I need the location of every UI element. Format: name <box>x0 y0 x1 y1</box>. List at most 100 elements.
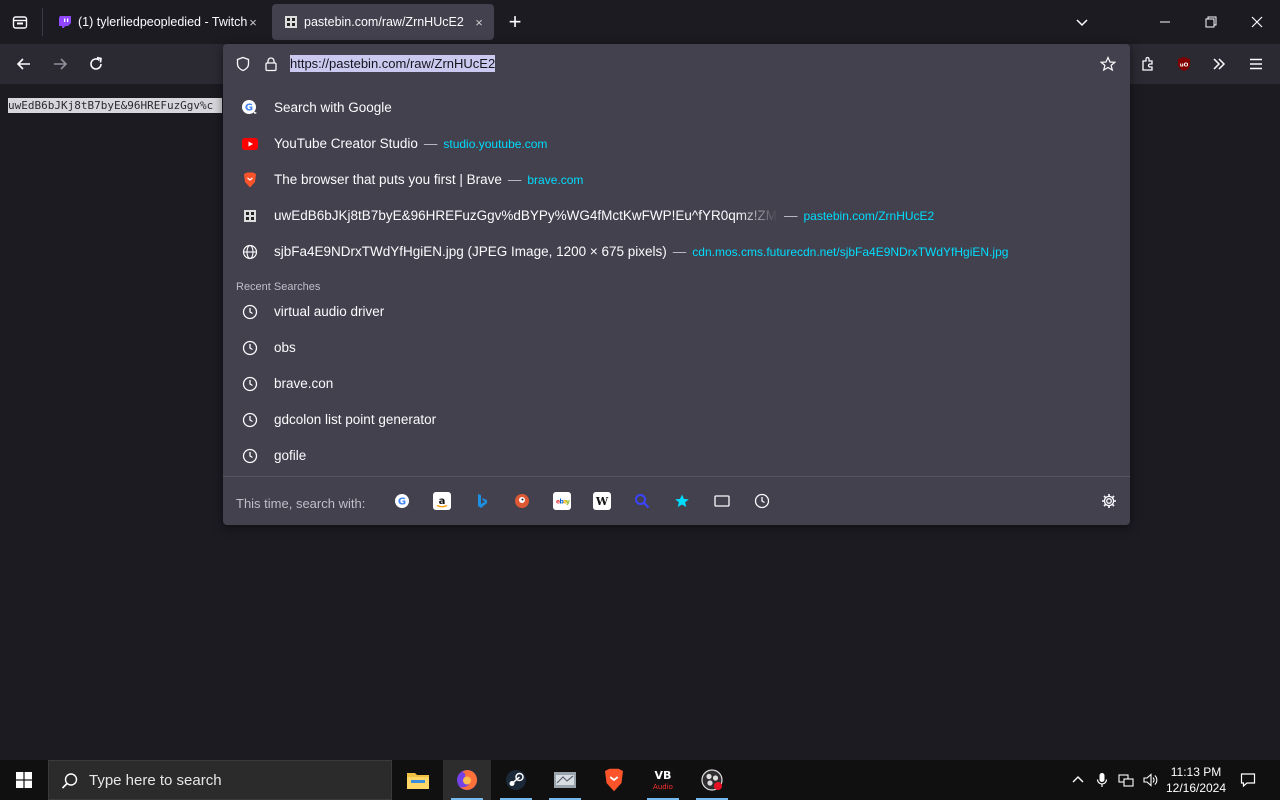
ublock-icon: uO <box>1178 57 1190 71</box>
double-chevron-right-icon <box>1213 58 1226 70</box>
tracking-protection-shield-icon[interactable] <box>235 56 251 77</box>
folder-icon <box>407 773 429 789</box>
suggestion-title: Search with Google <box>274 100 392 115</box>
ublock-origin-button[interactable]: uO <box>1170 50 1198 78</box>
tab-twitch[interactable]: (1) tylerliedpeopledied - Twitch × <box>52 4 266 40</box>
new-tab-button[interactable]: + <box>503 8 527 36</box>
svg-text:G: G <box>245 103 253 114</box>
suggestion-separator: — <box>423 136 438 151</box>
bing-icon <box>478 494 487 508</box>
tab-strip: (1) tylerliedpeopledied - Twitch × paste… <box>0 0 1280 44</box>
network-tray-icon[interactable] <box>1116 770 1136 790</box>
recent-search-item[interactable]: obs <box>223 330 1130 366</box>
tab-pastebin[interactable]: pastebin.com/raw/ZrnHUcE2 × <box>272 4 494 40</box>
notification-icon <box>1240 773 1256 788</box>
recent-search-label: gdcolon list point generator <box>274 412 437 427</box>
tab-close-button[interactable]: × <box>244 13 262 31</box>
taskbar-file-explorer[interactable] <box>394 760 442 800</box>
puzzle-icon <box>1142 56 1153 71</box>
divider <box>223 476 1130 477</box>
suggestion-jpeg-image[interactable]: sjbFa4E9NDrxTWdYfHgiEN.jpg (JPEG Image, … <box>223 234 1130 270</box>
google-engine-button[interactable]: G <box>393 492 411 510</box>
list-all-tabs-button[interactable] <box>1068 8 1096 36</box>
show-hidden-icons-button[interactable] <box>1068 770 1088 790</box>
start-button[interactable] <box>0 760 48 800</box>
brave-icon <box>241 171 259 189</box>
tab-title: (1) tylerliedpeopledied - Twitch <box>78 15 248 29</box>
restore-icon <box>1205 16 1217 28</box>
pastebin-icon <box>284 15 298 29</box>
taskbar-clock[interactable]: 11:13 PM 12/16/2024 <box>1160 764 1232 796</box>
taskbar-search-placeholder: Type here to search <box>89 772 222 789</box>
bookmark-star-button[interactable] <box>1099 56 1117 77</box>
magnifier-icon <box>635 494 650 509</box>
firefox-view-button[interactable] <box>6 8 34 36</box>
suggestion-title: uwEdB6bJKj8tB7byE&96HREFuzGgv%dBYPy%WG4f… <box>274 208 778 223</box>
clock-time: 11:13 PM <box>1170 765 1222 779</box>
wikipedia-engine-button[interactable]: W <box>593 492 611 510</box>
url-bar[interactable]: https://pastebin.com/raw/ZrnHUcE2 <box>223 44 1130 84</box>
suggestion-separator: — <box>784 208 798 223</box>
suggestion-title: YouTube Creator Studio <box>274 136 418 151</box>
svg-text:Audio: Audio <box>653 783 673 791</box>
suggestion-youtube-studio[interactable]: YouTube Creator Studio — studio.youtube.co… <box>223 126 1130 162</box>
suggestion-search-google[interactable]: G Search with Google <box>223 90 1130 126</box>
taskbar-steam[interactable] <box>492 760 540 800</box>
notification-center-button[interactable] <box>1238 770 1258 790</box>
suggestion-pastebin[interactable]: uwEdB6bJKj8tB7byE&96HREFuzGgv%dBYPy%WG4f… <box>223 198 1130 234</box>
search-settings-button[interactable] <box>1100 492 1118 510</box>
back-arrow-icon <box>16 58 30 70</box>
amazon-engine-button[interactable]: a <box>433 492 451 510</box>
suggestion-url: studio.youtube.com <box>443 137 548 151</box>
suggestion-url: brave.com <box>527 173 584 187</box>
suggestion-url: cdn.mos.cms.futurecdn.net/sjbFa4E9NDrxTW… <box>692 245 1009 259</box>
app-menu-button[interactable] <box>1242 50 1270 78</box>
search-with-label: This time, search with: <box>236 496 366 511</box>
suggestion-brave[interactable]: The browser that puts you first | Brave —… <box>223 162 1130 198</box>
amazon-icon: a <box>436 496 448 508</box>
lock-icon[interactable] <box>263 56 279 77</box>
urlbar-dropdown: https://pastebin.com/raw/ZrnHUcE2 G Sear… <box>223 44 1130 525</box>
forward-arrow-icon <box>54 58 68 70</box>
recent-search-label: gofile <box>274 448 307 463</box>
minimize-button[interactable] <box>1151 8 1179 36</box>
tabs-engine-button[interactable] <box>713 492 731 510</box>
more-tools-button[interactable] <box>1205 50 1233 78</box>
forward-button[interactable] <box>46 50 74 78</box>
bing-engine-button[interactable] <box>473 492 491 510</box>
duckduckgo-engine-button[interactable] <box>513 492 531 510</box>
taskbar-app-window[interactable] <box>541 760 589 800</box>
history-engine-button[interactable] <box>753 492 771 510</box>
suggestion-separator: — <box>672 244 687 259</box>
recent-search-item[interactable]: gofile <box>223 438 1130 474</box>
bookmarks-search-button[interactable] <box>633 492 651 510</box>
taskbar-search-box[interactable]: Type here to search <box>48 760 392 800</box>
taskbar-brave[interactable] <box>590 760 638 800</box>
ebay-engine-button[interactable]: ebay <box>553 492 571 510</box>
volume-tray-icon[interactable] <box>1140 770 1160 790</box>
url-input[interactable]: https://pastebin.com/raw/ZrnHUcE2 <box>290 55 496 72</box>
close-window-button[interactable] <box>1243 8 1271 36</box>
svg-text:uO: uO <box>1180 63 1189 69</box>
ebay-icon: e b ay <box>556 499 570 506</box>
svg-text:y: y <box>566 499 570 506</box>
back-button[interactable] <box>10 50 38 78</box>
recent-search-item[interactable]: virtual audio driver <box>223 294 1130 330</box>
reload-button[interactable] <box>82 50 110 78</box>
tab-close-button[interactable]: × <box>470 13 488 31</box>
recent-search-item[interactable]: gdcolon list point generator <box>223 402 1130 438</box>
extensions-button[interactable] <box>1134 50 1162 78</box>
clock-icon <box>241 375 259 393</box>
suggestion-url: pastebin.com/ZrnHUcE2 <box>803 209 935 223</box>
taskbar-voicemeeter[interactable]: VB Audio <box>639 760 687 800</box>
paste-raw-text: uwEdB6bJKj8tB7byE&96HREFuzGgv%c <box>8 98 222 113</box>
google-icon: G <box>395 494 409 508</box>
microphone-tray-icon[interactable] <box>1092 770 1112 790</box>
firefox-view-icon <box>12 16 28 29</box>
recent-search-item[interactable]: brave.con <box>223 366 1130 402</box>
restore-button[interactable] <box>1197 8 1225 36</box>
taskbar-obs[interactable] <box>688 760 736 800</box>
taskbar-firefox[interactable] <box>443 760 491 800</box>
bookmarks-engine-button[interactable] <box>673 492 691 510</box>
tab-divider <box>42 8 43 36</box>
